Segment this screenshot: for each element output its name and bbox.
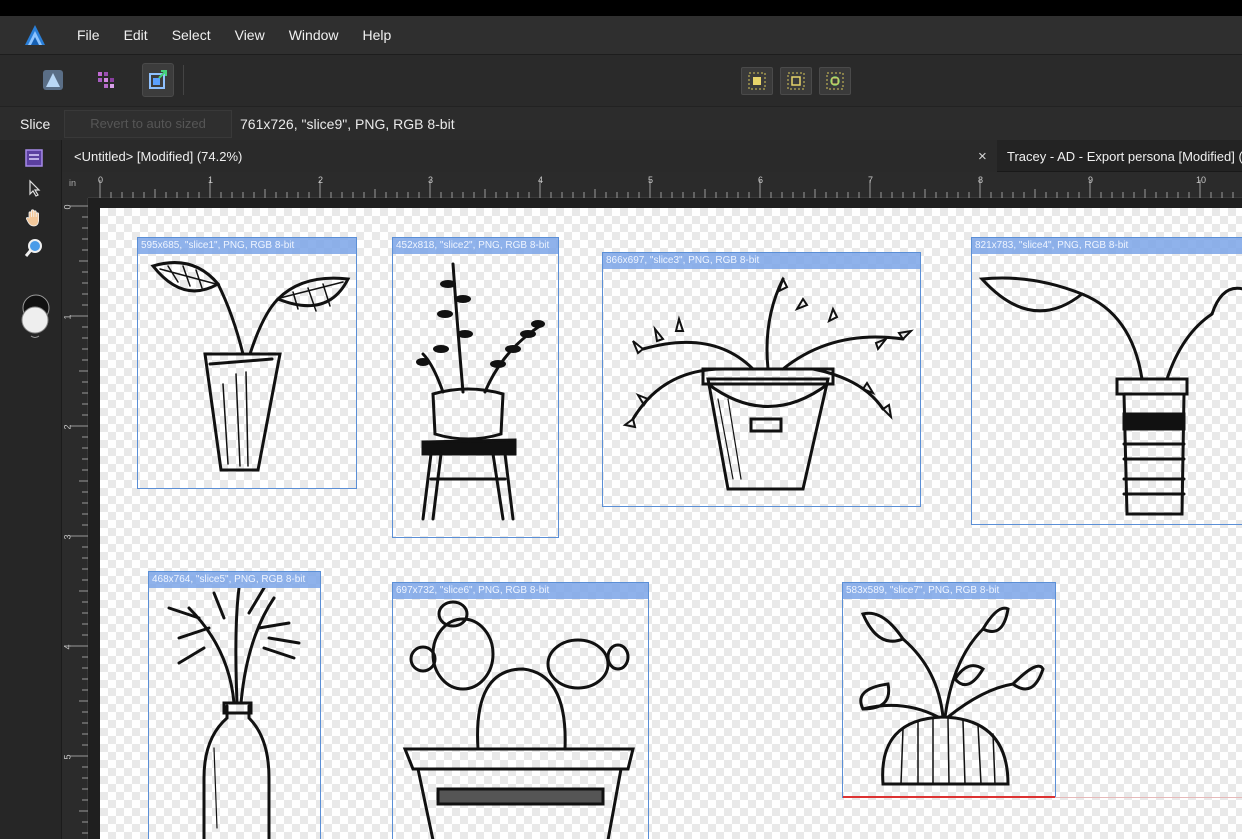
close-tab-icon[interactable]: × [978, 140, 987, 174]
ruler-unit-label: in [69, 178, 77, 188]
designer-persona-button[interactable] [37, 63, 69, 97]
canvas-margin [88, 198, 100, 839]
export-persona-button[interactable] [142, 63, 174, 97]
revert-to-auto-sized-button[interactable]: Revert to auto sized [64, 109, 232, 138]
horizontal-ruler[interactable]: 0 1 2 3 4 5 6 7 8 9 10 [62, 172, 1242, 198]
vertical-ruler[interactable]: 0 1 2 3 4 5 [62, 198, 88, 839]
plant-on-stool-drawing [416, 262, 545, 521]
trailing-plant-bucket-drawing [622, 276, 914, 491]
slice-label: 866x697, "slice3", PNG, RGB 8-bit [603, 253, 920, 269]
create-slice-button[interactable] [819, 67, 851, 95]
ruler-v-label: 4 [62, 644, 73, 650]
ruler-v-label: 3 [62, 534, 73, 540]
slice-3[interactable]: 866x697, "slice3", PNG, RGB 8-bit [602, 252, 921, 507]
slice-tool[interactable] [22, 146, 46, 170]
menu-help[interactable]: Help [351, 16, 404, 54]
ruler-h-label: 6 [758, 175, 764, 185]
menu-bar: File Edit Select View Window Help [0, 16, 1242, 54]
export-persona-icon [149, 70, 167, 89]
deselect-slices-icon [787, 72, 805, 90]
ruler-v-label: 1 [62, 314, 73, 320]
menu-file[interactable]: File [65, 16, 112, 54]
tab-tracey-export-persona[interactable]: Tracey - AD - Export persona [Modified] … [997, 140, 1242, 172]
ruler-h-label: 9 [1088, 175, 1094, 185]
arrow-pointer-icon [29, 179, 41, 197]
zoom-tool[interactable] [22, 236, 46, 260]
ruler-h-label: 5 [648, 175, 654, 185]
ruler-h-label: 4 [538, 175, 544, 185]
potted-leaf-plant-drawing [150, 261, 351, 472]
canvas-margin-top [100, 198, 1242, 208]
ruler-v-label: 0 [62, 204, 73, 210]
ruler-h-label: 7 [868, 175, 874, 185]
tools-panel [0, 140, 62, 839]
document-tab-bar: <Untitled> [Modified] (74.2%) × Tracey -… [62, 140, 1242, 172]
select-all-slices-icon [748, 72, 766, 90]
slice-label: 468x764, "slice5", PNG, RGB 8-bit [149, 572, 320, 588]
magnifier-icon [24, 239, 42, 257]
slice-selection-tool[interactable] [22, 176, 46, 200]
ruler-h-label: 2 [318, 175, 324, 185]
pixel-persona-icon [98, 72, 114, 88]
fill-stroke-swatch-icon [21, 294, 50, 338]
main-toolbar [0, 54, 1242, 106]
slice-selection-info: 761x726, "slice9", PNG, RGB 8-bit [240, 115, 455, 132]
context-toolbar: Slice Revert to auto sized 761x726, "sli… [0, 106, 1242, 140]
branches-in-bottle-drawing [167, 588, 301, 839]
slice-2[interactable]: 452x818, "slice2", PNG, RGB 8-bit [392, 237, 559, 538]
view-tool[interactable] [22, 206, 46, 230]
hand-icon [25, 209, 39, 227]
menu-edit[interactable]: Edit [112, 16, 160, 54]
color-swatch-widget[interactable] [20, 292, 52, 340]
menu-window[interactable]: Window [277, 16, 351, 54]
designer-persona-icon [43, 70, 63, 90]
striped-vase-plant-drawing [978, 276, 1242, 516]
ruler-v-label: 2 [62, 424, 73, 430]
slice-label: 821x783, "slice4", PNG, RGB 8-bit [972, 238, 1242, 254]
menu-select[interactable]: Select [160, 16, 223, 54]
guide-line [1055, 797, 1242, 798]
cactus-pot-drawing [402, 600, 635, 839]
ruler-h-label: 8 [978, 175, 984, 185]
deselect-slices-button[interactable] [780, 67, 812, 95]
slice-7[interactable]: 583x589, "slice7", PNG, RGB 8-bit [842, 582, 1056, 798]
slice-label: 583x589, "slice7", PNG, RGB 8-bit [843, 583, 1055, 599]
menu-view[interactable]: View [223, 16, 277, 54]
slice-tool-label: Slice [20, 115, 51, 132]
slice-5[interactable]: 468x764, "slice5", PNG, RGB 8-bit [148, 571, 321, 839]
screen-top-edge [0, 0, 1242, 16]
slice-tool-icon [25, 149, 43, 167]
ruler-h-label: 3 [428, 175, 434, 185]
slice-label: 595x685, "slice1", PNG, RGB 8-bit [138, 238, 356, 254]
pixel-persona-button[interactable] [90, 63, 122, 97]
slice-6[interactable]: 697x732, "slice6", PNG, RGB 8-bit [392, 582, 649, 839]
affinity-designer-logo-icon[interactable] [23, 24, 47, 46]
tab-untitled[interactable]: <Untitled> [Modified] (74.2%) [62, 140, 997, 172]
selected-slice-edge [843, 796, 1055, 798]
vertical-ruler-ticks [70, 205, 88, 834]
slice-1[interactable]: 595x685, "slice1", PNG, RGB 8-bit [137, 237, 357, 489]
ruler-v-label: 5 [62, 754, 73, 760]
slice-4[interactable]: 821x783, "slice4", PNG, RGB 8-bit [971, 237, 1242, 525]
create-slice-icon [826, 72, 844, 90]
ruler-h-label: 1 [208, 175, 214, 185]
bowl-leaf-plant-drawing [859, 606, 1045, 786]
ruler-h-label: 0 [98, 175, 104, 185]
toolbar-separator [183, 65, 184, 95]
slice-label: 452x818, "slice2", PNG, RGB 8-bit [393, 238, 558, 254]
select-all-slices-button[interactable] [741, 67, 773, 95]
ruler-h-label: 10 [1196, 175, 1207, 185]
slice-label: 697x732, "slice6", PNG, RGB 8-bit [393, 583, 648, 599]
